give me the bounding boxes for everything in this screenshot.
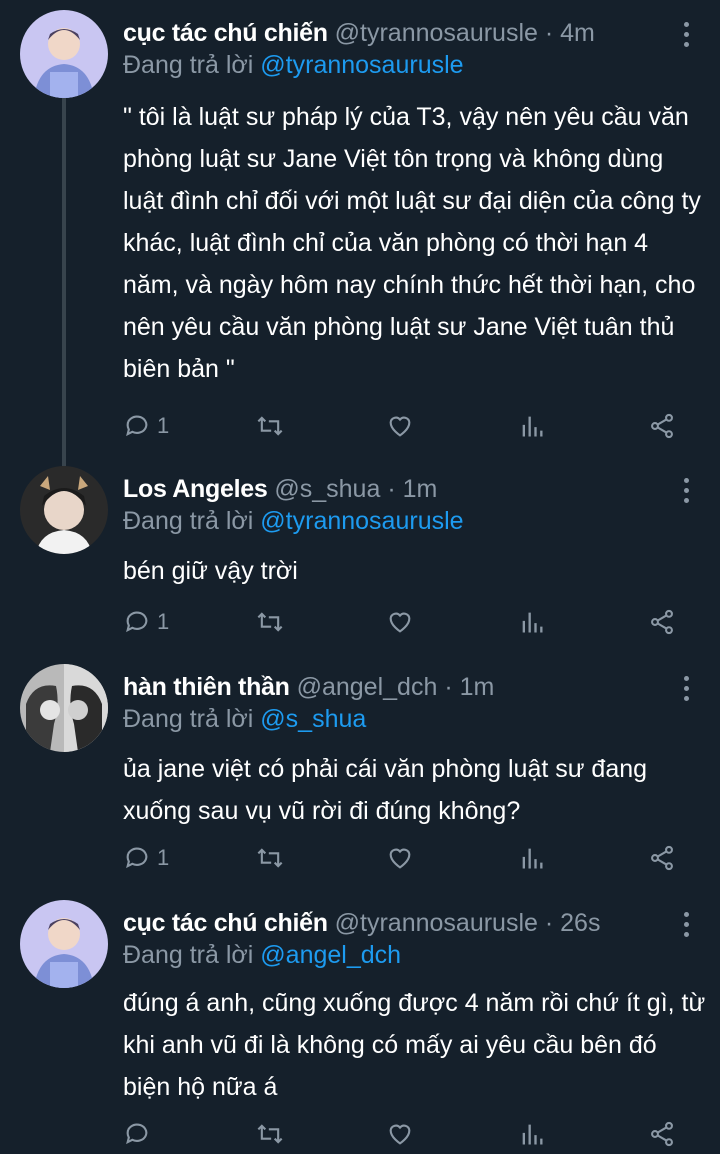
timestamp[interactable]: 1m [403, 475, 438, 503]
reply-icon [126, 1123, 148, 1145]
replying-label: Đang trả lời [123, 507, 254, 535]
views-icon [522, 612, 543, 633]
avatar[interactable] [20, 900, 108, 988]
tweet[interactable]: hàn thiên thần @angel_dch · 1m Đang trả … [0, 664, 720, 884]
replying-label: Đang trả lời [123, 51, 254, 79]
display-name[interactable]: hàn thiên thần [123, 673, 290, 701]
tweet[interactable]: cục tác chú chiến @tyrannosaurusle · 4m … [0, 10, 720, 450]
retweet-button[interactable] [256, 602, 284, 642]
tweet-header: Los Angeles @s_shua · 1m [123, 474, 650, 504]
timestamp[interactable]: 1m [460, 673, 495, 701]
tweet-text: ủa jane việt có phải cái văn phòng luật … [123, 755, 648, 825]
retweet-icon [257, 612, 283, 632]
reply-count: 1 [157, 845, 170, 870]
avatar[interactable] [20, 664, 108, 752]
display-name[interactable]: cục tác chú chiến [123, 19, 328, 47]
views-button[interactable] [518, 406, 546, 446]
replying-to: Đang trả lời @s_shua [123, 704, 366, 734]
action-bar: 1 [0, 602, 720, 642]
user-handle[interactable]: @angel_dch [297, 673, 438, 701]
timestamp[interactable]: 26s [560, 909, 600, 937]
user-handle[interactable]: @s_shua [274, 475, 380, 503]
retweet-icon [257, 416, 283, 436]
retweet-button[interactable] [256, 838, 284, 878]
more-vertical-icon[interactable] [682, 676, 690, 706]
separator: · [444, 673, 453, 701]
retweet-button[interactable] [256, 406, 284, 446]
reply-icon [126, 611, 148, 633]
reply-to-mention[interactable]: @tyrannosaurusle [260, 51, 463, 79]
share-button[interactable] [648, 406, 676, 446]
views-button[interactable] [518, 1114, 546, 1154]
user-handle[interactable]: @tyrannosaurusle [335, 909, 538, 937]
reply-button[interactable]: 1 [123, 602, 169, 642]
tweet[interactable]: Los Angeles @s_shua · 1m Đang trả lời @t… [0, 466, 720, 646]
display-name[interactable]: cục tác chú chiến [123, 909, 328, 937]
more-vertical-icon[interactable] [682, 478, 690, 508]
tweet-header: cục tác chú chiến @tyrannosaurusle · 4m [123, 18, 650, 48]
replying-to: Đang trả lời @angel_dch [123, 940, 401, 970]
separator: · [544, 909, 554, 937]
views-button[interactable] [518, 602, 546, 642]
heart-icon [389, 612, 411, 633]
share-button[interactable] [648, 602, 676, 642]
heart-icon [389, 1124, 411, 1145]
more-vertical-icon[interactable] [682, 22, 690, 52]
retweet-icon [257, 848, 283, 868]
share-icon [651, 413, 673, 439]
tweet-header: hàn thiên thần @angel_dch · 1m [123, 672, 650, 702]
tweet[interactable]: cục tác chú chiến @tyrannosaurusle · 26s… [0, 900, 720, 1154]
tweet-text: bén giữ vậy trời [123, 557, 298, 585]
views-icon [522, 848, 543, 869]
views-icon [522, 416, 543, 437]
replying-label: Đang trả lời [123, 941, 254, 969]
tweet-header: cục tác chú chiến @tyrannosaurusle · 26s [123, 908, 650, 938]
reply-count: 1 [157, 413, 170, 438]
share-button[interactable] [648, 1114, 676, 1154]
share-button[interactable] [648, 838, 676, 878]
reply-button[interactable] [123, 1114, 157, 1154]
more-vertical-icon[interactable] [682, 912, 690, 942]
action-bar: 1 [0, 838, 720, 878]
avatar[interactable] [20, 466, 108, 554]
share-icon [651, 845, 673, 871]
share-icon [651, 1121, 673, 1147]
like-button[interactable] [386, 406, 414, 446]
reply-button[interactable]: 1 [123, 406, 169, 446]
reply-to-mention[interactable]: @s_shua [260, 705, 366, 733]
avatar[interactable] [20, 10, 108, 98]
reply-icon [126, 847, 148, 869]
reply-count: 1 [157, 609, 170, 634]
views-button[interactable] [518, 838, 546, 878]
tweet-text: " tôi là luật sư pháp lý của T3, vậy nên… [123, 103, 701, 383]
views-icon [522, 1124, 543, 1145]
user-handle[interactable]: @tyrannosaurusle [335, 19, 538, 47]
retweet-button[interactable] [256, 1114, 284, 1154]
reply-to-mention[interactable]: @angel_dch [260, 941, 401, 969]
action-bar [0, 1114, 720, 1154]
tweet-text: đúng á anh, cũng xuống được 4 năm rồi ch… [123, 989, 706, 1101]
display-name[interactable]: Los Angeles [123, 475, 268, 503]
separator: · [544, 19, 554, 47]
retweet-icon [257, 1124, 283, 1144]
separator: · [387, 475, 396, 503]
heart-icon [389, 848, 411, 869]
action-bar: 1 [0, 406, 720, 446]
like-button[interactable] [386, 838, 414, 878]
reply-to-mention[interactable]: @tyrannosaurusle [260, 507, 463, 535]
reply-button[interactable]: 1 [123, 838, 169, 878]
replying-to: Đang trả lời @tyrannosaurusle [123, 50, 464, 80]
like-button[interactable] [386, 602, 414, 642]
like-button[interactable] [386, 1114, 414, 1154]
reply-icon [126, 415, 148, 437]
share-icon [651, 609, 673, 635]
heart-icon [389, 416, 411, 437]
timestamp[interactable]: 4m [560, 19, 595, 47]
replying-to: Đang trả lời @tyrannosaurusle [123, 506, 464, 536]
replying-label: Đang trả lời [123, 705, 254, 733]
